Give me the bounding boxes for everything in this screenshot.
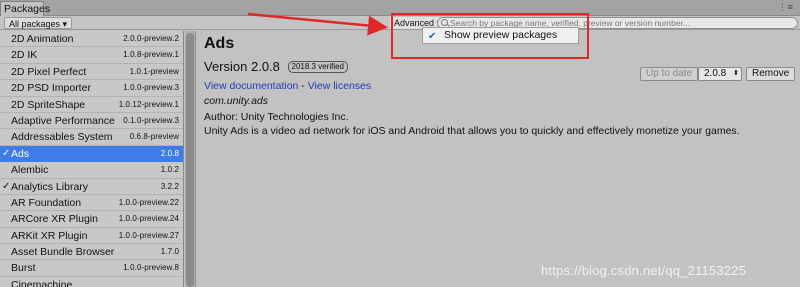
watermark-text: https://blog.csdn.net/qq_21153225 xyxy=(541,263,747,278)
annotation-arrow-icon xyxy=(247,12,388,36)
